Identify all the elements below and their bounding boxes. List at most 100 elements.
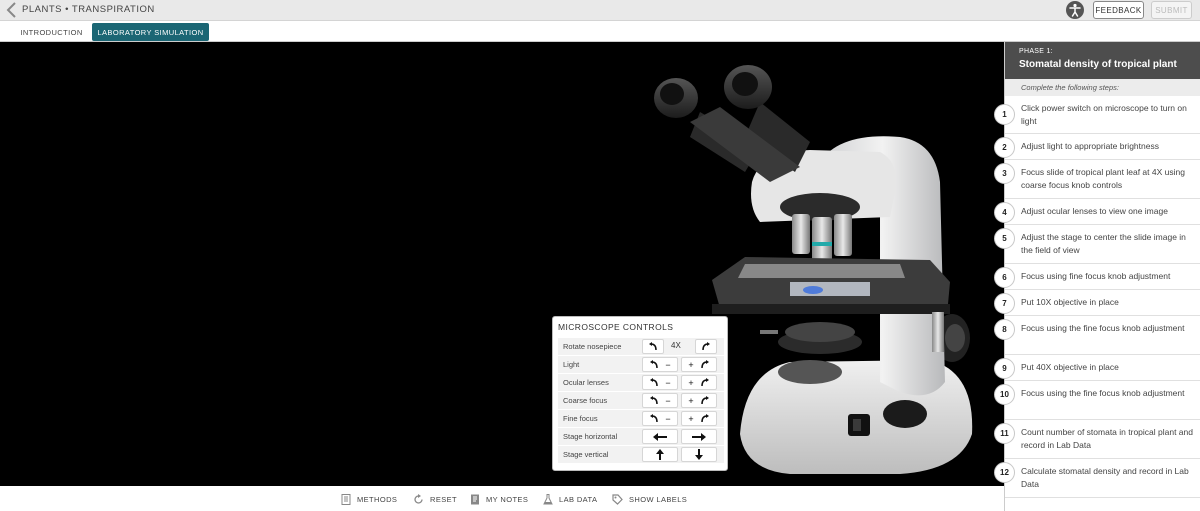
rotate-cw-icon <box>700 414 709 423</box>
step-item[interactable]: 11 Count number of stomata in tropical p… <box>994 420 1200 459</box>
step-item[interactable]: 5 Adjust the stage to center the slide i… <box>994 225 1200 264</box>
submit-button[interactable]: SUBMIT <box>1151 1 1192 19</box>
step-number: 12 <box>994 462 1015 483</box>
objective-lenses[interactable] <box>792 214 852 265</box>
plus-sign: + <box>688 377 694 388</box>
back-chevron-icon[interactable] <box>5 2 19 18</box>
document-icon <box>341 493 351 505</box>
rotate-ccw-icon <box>649 342 657 351</box>
control-label: Light <box>563 360 580 369</box>
plus-sign: + <box>688 359 694 370</box>
minus-sign: − <box>665 413 671 424</box>
step-item[interactable]: 9 Put 40X objective in place <box>994 355 1200 381</box>
lab-data-button[interactable]: LAB DATA <box>543 493 597 505</box>
phase-header: PHASE 1: Stomatal density of tropical pl… <box>1005 42 1200 79</box>
step-text: Put 10X objective in place <box>1021 297 1119 307</box>
rotate-cw-icon <box>702 342 710 351</box>
coarse-increase-button[interactable]: + <box>681 393 717 408</box>
minus-sign: − <box>665 377 671 388</box>
step-text: Focus using the fine focus knob adjustme… <box>1021 388 1185 398</box>
control-row-fine-focus: Fine focus − + <box>558 410 724 427</box>
control-label: Stage vertical <box>563 450 609 459</box>
plus-sign: + <box>688 413 694 424</box>
phase-title: Stomatal density of tropical plant <box>1019 59 1177 70</box>
phase-instructions: Complete the following steps: <box>1005 79 1200 96</box>
step-number: 4 <box>994 202 1015 223</box>
rotate-ccw-icon <box>650 378 659 387</box>
stage-right-button[interactable] <box>681 429 717 444</box>
show-labels-label: SHOW LABELS <box>629 494 688 504</box>
step-number: 2 <box>994 137 1015 158</box>
tab-bar: INTRODUCTION LABORATORY SIMULATION <box>0 21 1200 42</box>
light-increase-button[interactable]: + <box>681 357 717 372</box>
step-item[interactable]: 1 Click power switch on microscope to tu… <box>994 96 1200 134</box>
step-text: Adjust light to appropriate brightness <box>1021 141 1159 151</box>
light-decrease-button[interactable]: − <box>642 357 678 372</box>
microscope-illustration[interactable] <box>0 42 1004 486</box>
control-row-light: Light − + <box>558 356 724 373</box>
step-item[interactable]: 12 Calculate stomatal density and record… <box>994 459 1200 498</box>
step-item[interactable]: 10 Focus using the fine focus knob adjus… <box>994 381 1200 420</box>
rotate-left-button[interactable] <box>642 339 664 354</box>
rotate-ccw-icon <box>650 414 659 423</box>
tag-icon <box>612 493 623 505</box>
fine-focus-knob[interactable] <box>932 312 944 352</box>
nosepiece-value: 4X <box>671 341 681 350</box>
step-item[interactable]: 8 Focus using the fine focus knob adjust… <box>994 316 1200 355</box>
arrow-down-icon <box>695 449 703 460</box>
tab-introduction[interactable]: INTRODUCTION <box>14 23 89 41</box>
control-row-stage-vertical: Stage vertical <box>558 446 724 463</box>
stage-up-button[interactable] <box>642 447 678 462</box>
control-label: Ocular lenses <box>563 378 609 387</box>
rotate-ccw-icon <box>650 396 659 405</box>
control-label: Stage horizontal <box>563 432 618 441</box>
my-notes-label: MY NOTES <box>486 494 529 504</box>
step-number: 1 <box>994 104 1015 125</box>
step-number: 11 <box>994 423 1015 444</box>
rotate-cw-icon <box>700 360 709 369</box>
arrow-up-icon <box>656 449 664 460</box>
my-notes-button[interactable]: MY NOTES <box>470 493 528 505</box>
step-item[interactable]: 4 Adjust ocular lenses to view one image <box>994 199 1200 225</box>
step-text: Focus slide of tropical plant leaf at 4X… <box>1021 167 1185 190</box>
step-number: 9 <box>994 358 1015 379</box>
phase-number: PHASE 1: <box>1019 48 1053 55</box>
stage-down-button[interactable] <box>681 447 717 462</box>
controls-title: MICROSCOPE CONTROLS <box>558 322 674 332</box>
fine-increase-button[interactable]: + <box>681 411 717 426</box>
methods-button[interactable]: METHODS <box>341 493 397 505</box>
minus-sign: − <box>665 395 671 406</box>
coarse-decrease-button[interactable]: − <box>642 393 678 408</box>
ocular-increase-button[interactable]: + <box>681 375 717 390</box>
step-number: 10 <box>994 384 1015 405</box>
step-number: 8 <box>994 319 1015 340</box>
ocular-decrease-button[interactable]: − <box>642 375 678 390</box>
top-bar: PLANTS • TRANSPIRATION FEEDBACK SUBMIT <box>0 0 1200 21</box>
arrow-left-icon <box>653 432 667 441</box>
control-row-coarse-focus: Coarse focus − + <box>558 392 724 409</box>
step-item[interactable]: 7 Put 10X objective in place <box>994 290 1200 316</box>
step-text: Adjust ocular lenses to view one image <box>1021 206 1168 216</box>
lab-data-label: LAB DATA <box>559 494 598 504</box>
step-item[interactable]: 3 Focus slide of tropical plant leaf at … <box>994 160 1200 199</box>
stage-left-button[interactable] <box>642 429 678 444</box>
ocular-lenses[interactable] <box>654 65 810 182</box>
accessibility-icon[interactable] <box>1066 1 1084 19</box>
microscope-controls-panel: MICROSCOPE CONTROLS Rotate nosepiece 4X … <box>552 316 728 471</box>
step-text: Calculate stomatal density and record in… <box>1021 466 1189 489</box>
feedback-button[interactable]: FEEDBACK <box>1093 1 1144 19</box>
step-number: 6 <box>994 267 1015 288</box>
step-item[interactable]: 2 Adjust light to appropriate brightness <box>994 134 1200 160</box>
reset-button[interactable]: RESET <box>413 493 457 505</box>
rotate-right-button[interactable] <box>695 339 717 354</box>
methods-label: METHODS <box>357 494 398 504</box>
control-label: Fine focus <box>563 414 598 423</box>
fine-decrease-button[interactable]: − <box>642 411 678 426</box>
tab-laboratory-simulation[interactable]: LABORATORY SIMULATION <box>92 23 209 41</box>
simulation-viewport[interactable]: MICROSCOPE CONTROLS Rotate nosepiece 4X … <box>0 42 1004 486</box>
rotate-ccw-icon <box>650 360 659 369</box>
arrow-right-icon <box>692 432 706 441</box>
step-number: 3 <box>994 163 1015 184</box>
show-labels-button[interactable]: SHOW LABELS <box>612 493 687 505</box>
step-item[interactable]: 6 Focus using fine focus knob adjustment <box>994 264 1200 290</box>
